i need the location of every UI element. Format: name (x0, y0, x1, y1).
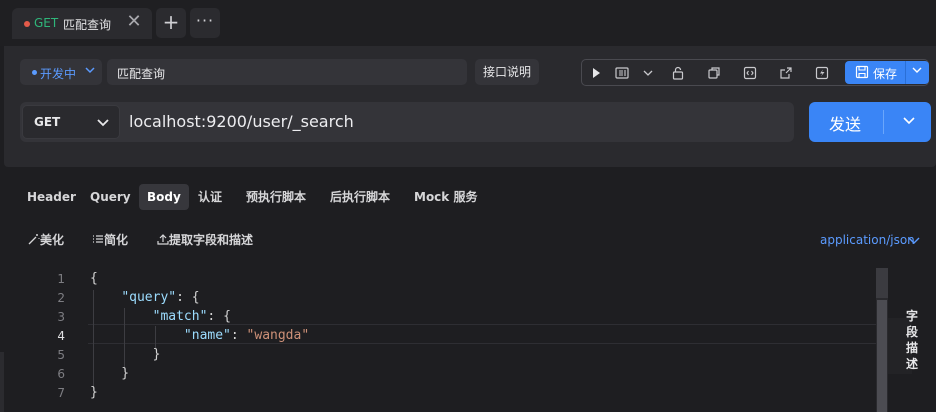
field-description-char: 段 (905, 325, 918, 339)
scrollbar-thumb[interactable] (877, 300, 887, 412)
editor-toolbar: 美化 简化 提取字段和描述 (0, 231, 936, 249)
line-number: 6 (57, 367, 65, 381)
chevron-down-icon[interactable] (908, 235, 920, 249)
tab-bar: GET 匹配查询 ✕ + ··· (0, 0, 936, 46)
line-number: 7 (57, 386, 65, 400)
content-type-select[interactable]: application/json (820, 233, 915, 247)
body-tabs: Header Query Body 认证 预执行脚本 后执行脚本 Mock 服务 (0, 184, 936, 210)
play-icon[interactable] (588, 65, 604, 81)
code-line: "query": { (121, 290, 200, 305)
chevron-down-icon[interactable] (901, 113, 917, 132)
field-description-toggle[interactable]: 字段描述 (904, 308, 920, 372)
tab-header[interactable]: Header (19, 184, 84, 210)
tab-body[interactable]: Body (139, 184, 189, 210)
code-line: } (90, 385, 98, 400)
code-icon[interactable] (742, 65, 758, 81)
tab-post-script[interactable]: 后执行脚本 (322, 184, 398, 210)
json-key: "query" (121, 290, 177, 305)
code-line: "name": "wangda" (183, 328, 310, 343)
field-description-char: 字 (905, 309, 918, 323)
doc-list-icon[interactable] (614, 65, 630, 81)
tab-method: GET (34, 16, 59, 30)
field-description-label: 字段描述 (904, 308, 920, 372)
url-input[interactable]: localhost:9200/user/_search (129, 112, 354, 131)
save-icon (855, 65, 869, 79)
code-line: } (90, 366, 130, 381)
chevron-down-icon[interactable] (640, 65, 656, 81)
api-doc-button[interactable]: 接口说明 (475, 59, 539, 85)
save-button[interactable]: 保存 (845, 61, 929, 84)
json-key: "match" (152, 309, 208, 324)
line-number: 1 (57, 272, 65, 286)
line-number-current: 4 (57, 329, 65, 343)
close-icon[interactable]: ✕ (126, 11, 142, 32)
save-divider (905, 61, 906, 84)
flash-icon[interactable] (814, 65, 830, 81)
tab-query[interactable]: Query (82, 184, 139, 210)
field-description-char: 述 (905, 357, 918, 371)
code-line: "match": { (152, 309, 231, 324)
method-select[interactable]: GET (22, 105, 120, 139)
save-label: 保存 (873, 67, 898, 81)
method-label: GET (34, 115, 61, 129)
upload-icon (157, 234, 169, 245)
more-icon[interactable]: ··· (190, 8, 220, 38)
send-label: 发送 (829, 115, 862, 134)
line-number: 2 (57, 291, 65, 305)
status-dot (32, 70, 37, 75)
tab-mock[interactable]: Mock 服务 (406, 184, 485, 210)
tab-title: 匹配查询 (63, 18, 112, 32)
chevron-down-icon (84, 64, 96, 79)
send-button[interactable]: 发送 (809, 102, 931, 142)
copy-icon[interactable] (706, 65, 722, 81)
tab-pre-script[interactable]: 预执行脚本 (238, 184, 314, 210)
add-tab-button[interactable]: + (156, 8, 186, 38)
extract-fields-button[interactable]: 提取字段和描述 (157, 231, 253, 248)
extract-label: 提取字段和描述 (169, 233, 254, 247)
json-key: "name" (183, 328, 231, 343)
line-number: 3 (57, 310, 65, 324)
request-name-input[interactable]: 匹配查询 (107, 59, 467, 85)
line-number: 5 (57, 348, 65, 362)
left-edge (0, 352, 4, 412)
simplify-button[interactable]: 简化 (92, 231, 128, 248)
beautify-button[interactable]: 美化 (28, 231, 64, 248)
scrollbar-track-top (876, 268, 888, 298)
code-line: { (90, 271, 98, 286)
chevron-down-icon[interactable] (911, 63, 923, 80)
status-dropdown[interactable]: 开发中 (20, 59, 102, 85)
share-icon[interactable] (778, 65, 794, 81)
unsaved-dot (24, 21, 30, 27)
unlock-icon[interactable] (670, 65, 686, 81)
tab-auth[interactable]: 认证 (190, 184, 230, 210)
status-label: 开发中 (40, 67, 77, 81)
send-divider (883, 110, 884, 134)
list-icon (93, 235, 103, 243)
simplify-label: 简化 (104, 233, 129, 247)
field-description-char: 描 (905, 341, 918, 355)
beautify-label: 美化 (40, 233, 65, 247)
magic-wand-icon (28, 234, 40, 245)
code-line: } (90, 347, 161, 362)
json-string: "wangda" (246, 328, 310, 343)
request-tab[interactable]: GET 匹配查询 ✕ (12, 8, 152, 39)
chevron-down-icon (95, 114, 111, 133)
